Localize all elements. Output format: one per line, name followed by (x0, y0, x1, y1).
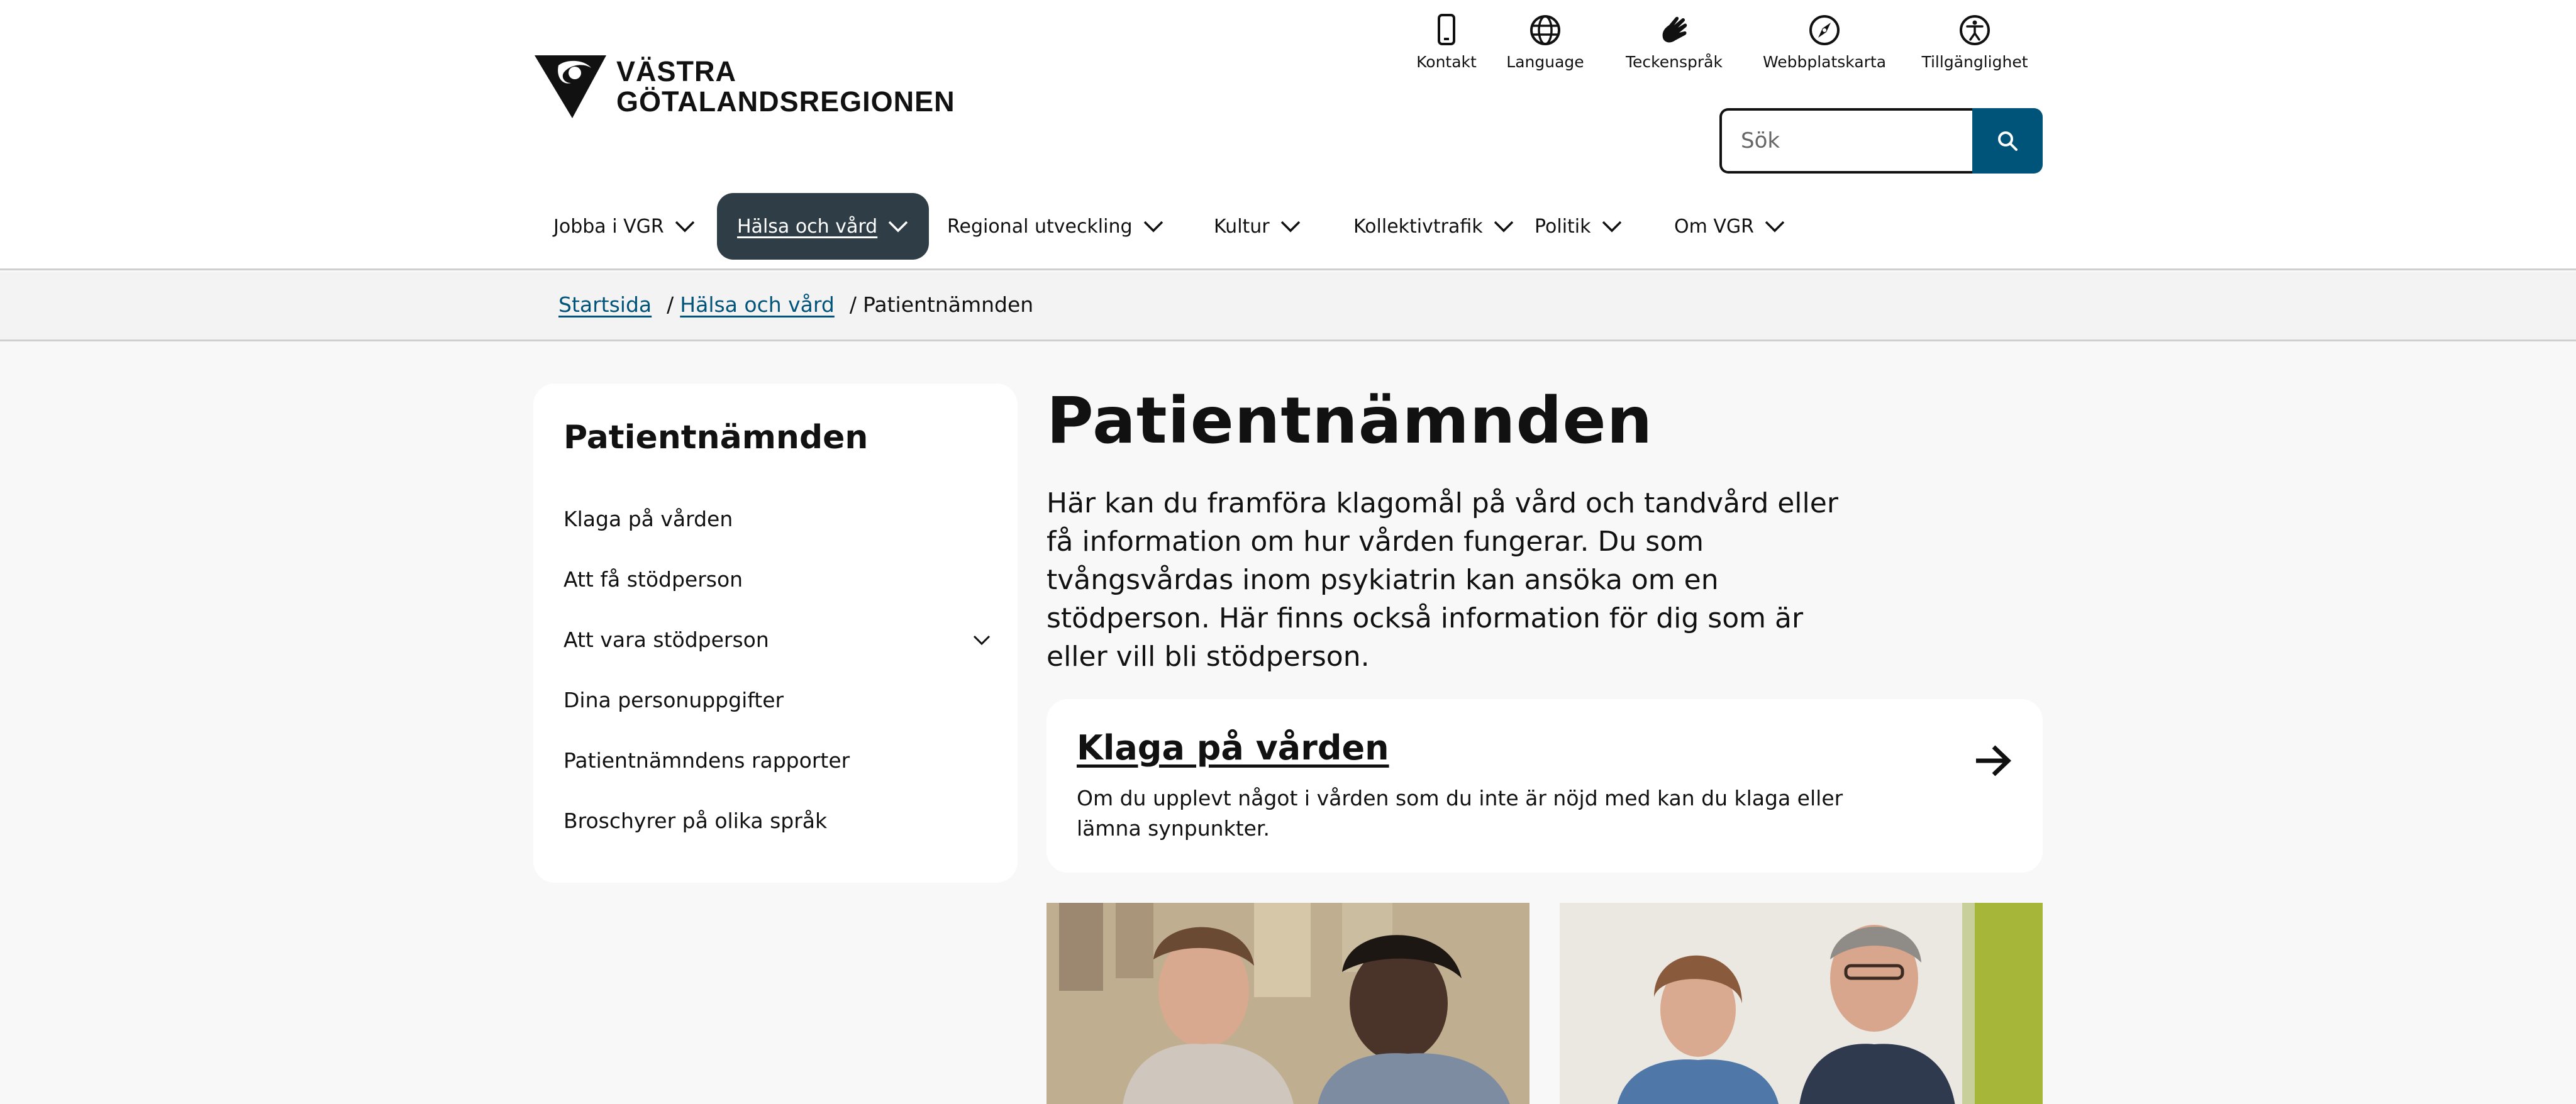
search-icon (1998, 131, 2018, 151)
nav-label: Jobba i VGR (553, 215, 664, 238)
logo-line-1: VÄSTRA (616, 55, 737, 87)
utility-label: Teckenspråk (1626, 53, 1723, 71)
sidebar-item-vara-stodperson[interactable]: Att vara stödperson (564, 627, 991, 652)
nav-halsa-och-vard[interactable]: Hälsa och vård (717, 193, 930, 260)
breadcrumb-bar: Startsida / Hälsa och vård / Patientnämn… (0, 272, 2576, 341)
nav-jobba-i-vgr[interactable]: Jobba i VGR (533, 193, 716, 260)
nav-label: Kultur (1214, 215, 1270, 238)
sign-language-icon (1662, 16, 1687, 43)
breadcrumb-home-link[interactable]: Startsida (558, 292, 652, 317)
photo-illustration (1046, 903, 1530, 1104)
sidebar-item-label: Att vara stödperson (564, 627, 769, 652)
sidebar-item-label: Klaga på vården (564, 507, 733, 531)
search-input[interactable] (1719, 108, 1972, 174)
nav-om-vgr[interactable]: Om VGR (1654, 193, 1806, 260)
sidebar-item-label: Patientnämndens rapporter (564, 748, 850, 773)
compass-icon (1809, 15, 1840, 45)
accessibility-icon (1960, 15, 1990, 45)
nav-label: Kollektivtrafik (1353, 215, 1483, 238)
breadcrumb-separator: / (849, 292, 857, 317)
sidebar: Patientnämnden Klaga på vården Att få st… (533, 384, 1018, 883)
logo-mark-icon (535, 55, 606, 118)
card-title[interactable]: Klaga på vården (1077, 728, 1389, 768)
sidebar-item-personuppgifter[interactable]: Dina personuppgifter (564, 688, 991, 712)
breadcrumb: Startsida / Hälsa och vård / Patientnämn… (558, 292, 1033, 317)
card-description: Om du upplevt något i vården som du inte… (1077, 786, 1843, 841)
nav-kultur[interactable]: Kultur (1194, 193, 1321, 260)
utility-label: Webbplatskarta (1762, 53, 1887, 71)
sidebar-item-label: Att få stödperson (564, 567, 743, 592)
chevron-down-icon (675, 221, 694, 233)
sidebar-title: Patientnämnden (564, 419, 869, 456)
chevron-down-icon (1765, 221, 1785, 233)
breadcrumb-current: Patientnämnden (862, 292, 1034, 317)
phone-icon (1438, 14, 1455, 45)
photo-two-people-street (1046, 903, 1530, 1104)
search-bar (1719, 108, 2043, 174)
sidebar-item-fa-stodperson[interactable]: Att få stödperson (564, 567, 991, 592)
utility-tillganglighet[interactable]: Tillgänglighet (1912, 13, 2038, 71)
nav-politik[interactable]: Politik (1514, 193, 1643, 260)
photo-two-people-office (1560, 903, 2043, 1104)
sidebar-item-klaga[interactable]: Klaga på vården (564, 507, 991, 531)
breadcrumb-separator: / (667, 292, 674, 317)
utility-label: Language (1506, 53, 1584, 71)
nav-label: Politik (1535, 215, 1591, 238)
utility-teckensprak[interactable]: Teckenspråk (1611, 13, 1737, 71)
globe-icon (1530, 15, 1560, 45)
page-title: Patientnämnden (1046, 384, 1653, 458)
nav-label: Regional utveckling (947, 215, 1133, 238)
utility-language[interactable]: Language (1482, 13, 1608, 71)
search-button[interactable] (1972, 108, 2043, 174)
sidebar-item-rapporter[interactable]: Patientnämndens rapporter (564, 748, 991, 773)
photo-illustration (1560, 903, 2043, 1104)
sidebar-item-label: Dina personuppgifter (564, 688, 784, 712)
link-card-klaga[interactable]: Klaga på vården Om du upplevt något i vå… (1046, 699, 2043, 873)
sidebar-item-broschyrer[interactable]: Broschyrer på olika språk (564, 809, 991, 833)
nav-kollektivtrafik[interactable]: Kollektivtrafik (1333, 193, 1535, 260)
page-intro: Här kan du framföra klagomål på vård och… (1046, 487, 1838, 673)
nav-regional-utveckling[interactable]: Regional utveckling (927, 193, 1184, 260)
nav-label: Hälsa och vård (737, 215, 878, 238)
utility-label: Tillgänglighet (1921, 53, 2028, 71)
chevron-down-icon (1143, 221, 1163, 233)
chevron-down-icon[interactable] (972, 634, 991, 646)
main-nav: Jobba i VGR Hälsa och vård Regional utve… (533, 193, 2043, 260)
chevron-down-icon (1494, 221, 1513, 233)
utility-webbplatskarta[interactable]: Webbplatskarta (1762, 13, 1887, 71)
chevron-down-icon (1280, 221, 1300, 233)
vgr-logo[interactable]: VÄSTRA GÖTALANDSREGIONEN (533, 54, 955, 119)
logo-line-2: GÖTALANDSREGIONEN (616, 86, 955, 118)
arrow-right-icon (1976, 745, 2012, 776)
site-header: VÄSTRA GÖTALANDSREGIONEN Kontakt Languag… (0, 0, 2576, 270)
nav-label: Om VGR (1674, 215, 1754, 238)
sidebar-item-label: Broschyrer på olika språk (564, 809, 828, 833)
logo-text: VÄSTRA GÖTALANDSREGIONEN (616, 57, 955, 117)
chevron-down-icon (888, 221, 908, 233)
utility-label: Kontakt (1416, 53, 1477, 71)
chevron-down-icon (1602, 221, 1621, 233)
breadcrumb-section-link[interactable]: Hälsa och vård (680, 292, 835, 317)
